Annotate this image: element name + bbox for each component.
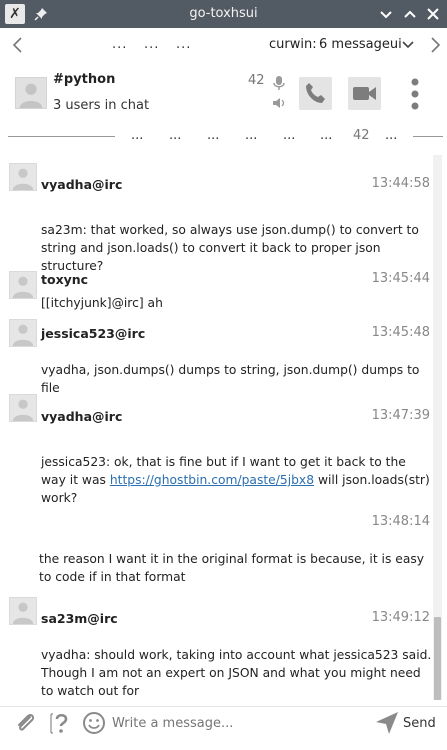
message-text: sa23m: that worked, so always use json.d… — [41, 223, 419, 273]
pager-dots-6[interactable]: ... — [320, 128, 332, 143]
pager-number: 42 — [353, 128, 370, 143]
message-avatar — [9, 163, 37, 191]
user-silhouette-icon — [12, 168, 34, 190]
chat-avatar — [15, 77, 47, 109]
message-count-selector[interactable]: 6 messageui — [319, 37, 402, 52]
video-call-button[interactable] — [348, 77, 381, 110]
forward-arrow-icon[interactable] — [427, 36, 443, 54]
close-icon[interactable] — [424, 5, 442, 23]
chat-unread-count: 42 — [248, 73, 265, 88]
message-avatar — [9, 597, 37, 625]
message-author: vyadha@irc — [41, 177, 123, 192]
maximize-icon[interactable] — [401, 5, 419, 23]
message-text: vyadha: should work, taking into account… — [41, 648, 432, 698]
chat-users-count: 3 users in chat — [53, 98, 150, 113]
profile-name: curwin: — [269, 37, 317, 52]
title-bar: ✗ go-toxhsui — [0, 0, 447, 28]
message-avatar — [9, 319, 37, 347]
attachment-icon[interactable] — [14, 711, 38, 735]
message-text: jessica523: ok, that is fine but if I wa… — [41, 453, 433, 507]
nav-dots-3[interactable]: ... — [176, 37, 191, 52]
user-silhouette-icon — [19, 83, 43, 108]
message-avatar — [9, 271, 37, 299]
pager-dots-5[interactable]: ... — [283, 128, 295, 143]
message-author: toxync — [41, 272, 89, 287]
message-author: jessica523@irc — [41, 326, 146, 341]
audio-call-button[interactable] — [299, 77, 332, 110]
message-text: vyadha, json.dumps() dumps to string, js… — [41, 363, 420, 395]
message-link[interactable]: https://ghostbin.com/paste/5jbx8 — [110, 473, 314, 487]
chat-name: #python — [53, 72, 116, 87]
message-avatar — [9, 394, 37, 422]
nav-dots-2[interactable]: ... — [144, 37, 159, 52]
pager-dots-2[interactable]: ... — [169, 128, 181, 143]
pager-dots-7[interactable]: ... — [385, 128, 397, 143]
message-timestamp: 13:49:12 — [371, 610, 430, 625]
message-input[interactable] — [112, 716, 362, 731]
user-silhouette-icon — [12, 602, 34, 624]
emoji-icon[interactable] — [82, 711, 106, 735]
message-timestamp: 13:45:48 — [371, 325, 430, 340]
message-text: [[itchyjunk]@irc] ah — [41, 296, 163, 310]
pager-dots-4[interactable]: ... — [245, 128, 257, 143]
minimize-icon[interactable] — [377, 5, 395, 23]
more-options-icon[interactable] — [406, 77, 424, 111]
history-pager: ... ... ... ... ... ... 42 ... — [0, 128, 447, 148]
nav-dots-1[interactable]: ... — [112, 37, 127, 52]
message-timestamp: 13:45:44 — [371, 271, 430, 286]
message-timestamp: 13:48:14 — [371, 514, 430, 529]
video-camera-icon — [353, 87, 376, 100]
send-icon[interactable] — [375, 711, 399, 735]
divider-right — [413, 136, 443, 137]
user-silhouette-icon — [12, 276, 34, 298]
microphone-icon[interactable] — [272, 75, 286, 91]
message-timestamp: 13:47:39 — [371, 408, 430, 423]
phone-icon — [306, 83, 325, 103]
divider-left — [8, 136, 115, 137]
chevron-down-icon[interactable] — [402, 40, 414, 50]
pager-dots-1[interactable]: ... — [131, 128, 143, 143]
scrollbar-thumb[interactable] — [434, 617, 441, 700]
message-text: the reason I want it in the original for… — [39, 552, 425, 584]
speaker-icon[interactable] — [272, 96, 286, 110]
user-silhouette-icon — [12, 399, 34, 421]
help-icon[interactable] — [49, 711, 73, 735]
user-silhouette-icon — [12, 324, 34, 346]
message-author: vyadha@irc — [41, 409, 123, 424]
message-timestamp: 13:44:58 — [371, 176, 430, 191]
back-arrow-icon[interactable] — [10, 36, 26, 54]
send-button[interactable]: Send — [403, 716, 436, 731]
top-navigation: ... ... ... curwin: 6 messageui — [0, 28, 447, 64]
message-author: sa23m@irc — [41, 611, 118, 626]
pager-dots-3[interactable]: ... — [207, 128, 219, 143]
